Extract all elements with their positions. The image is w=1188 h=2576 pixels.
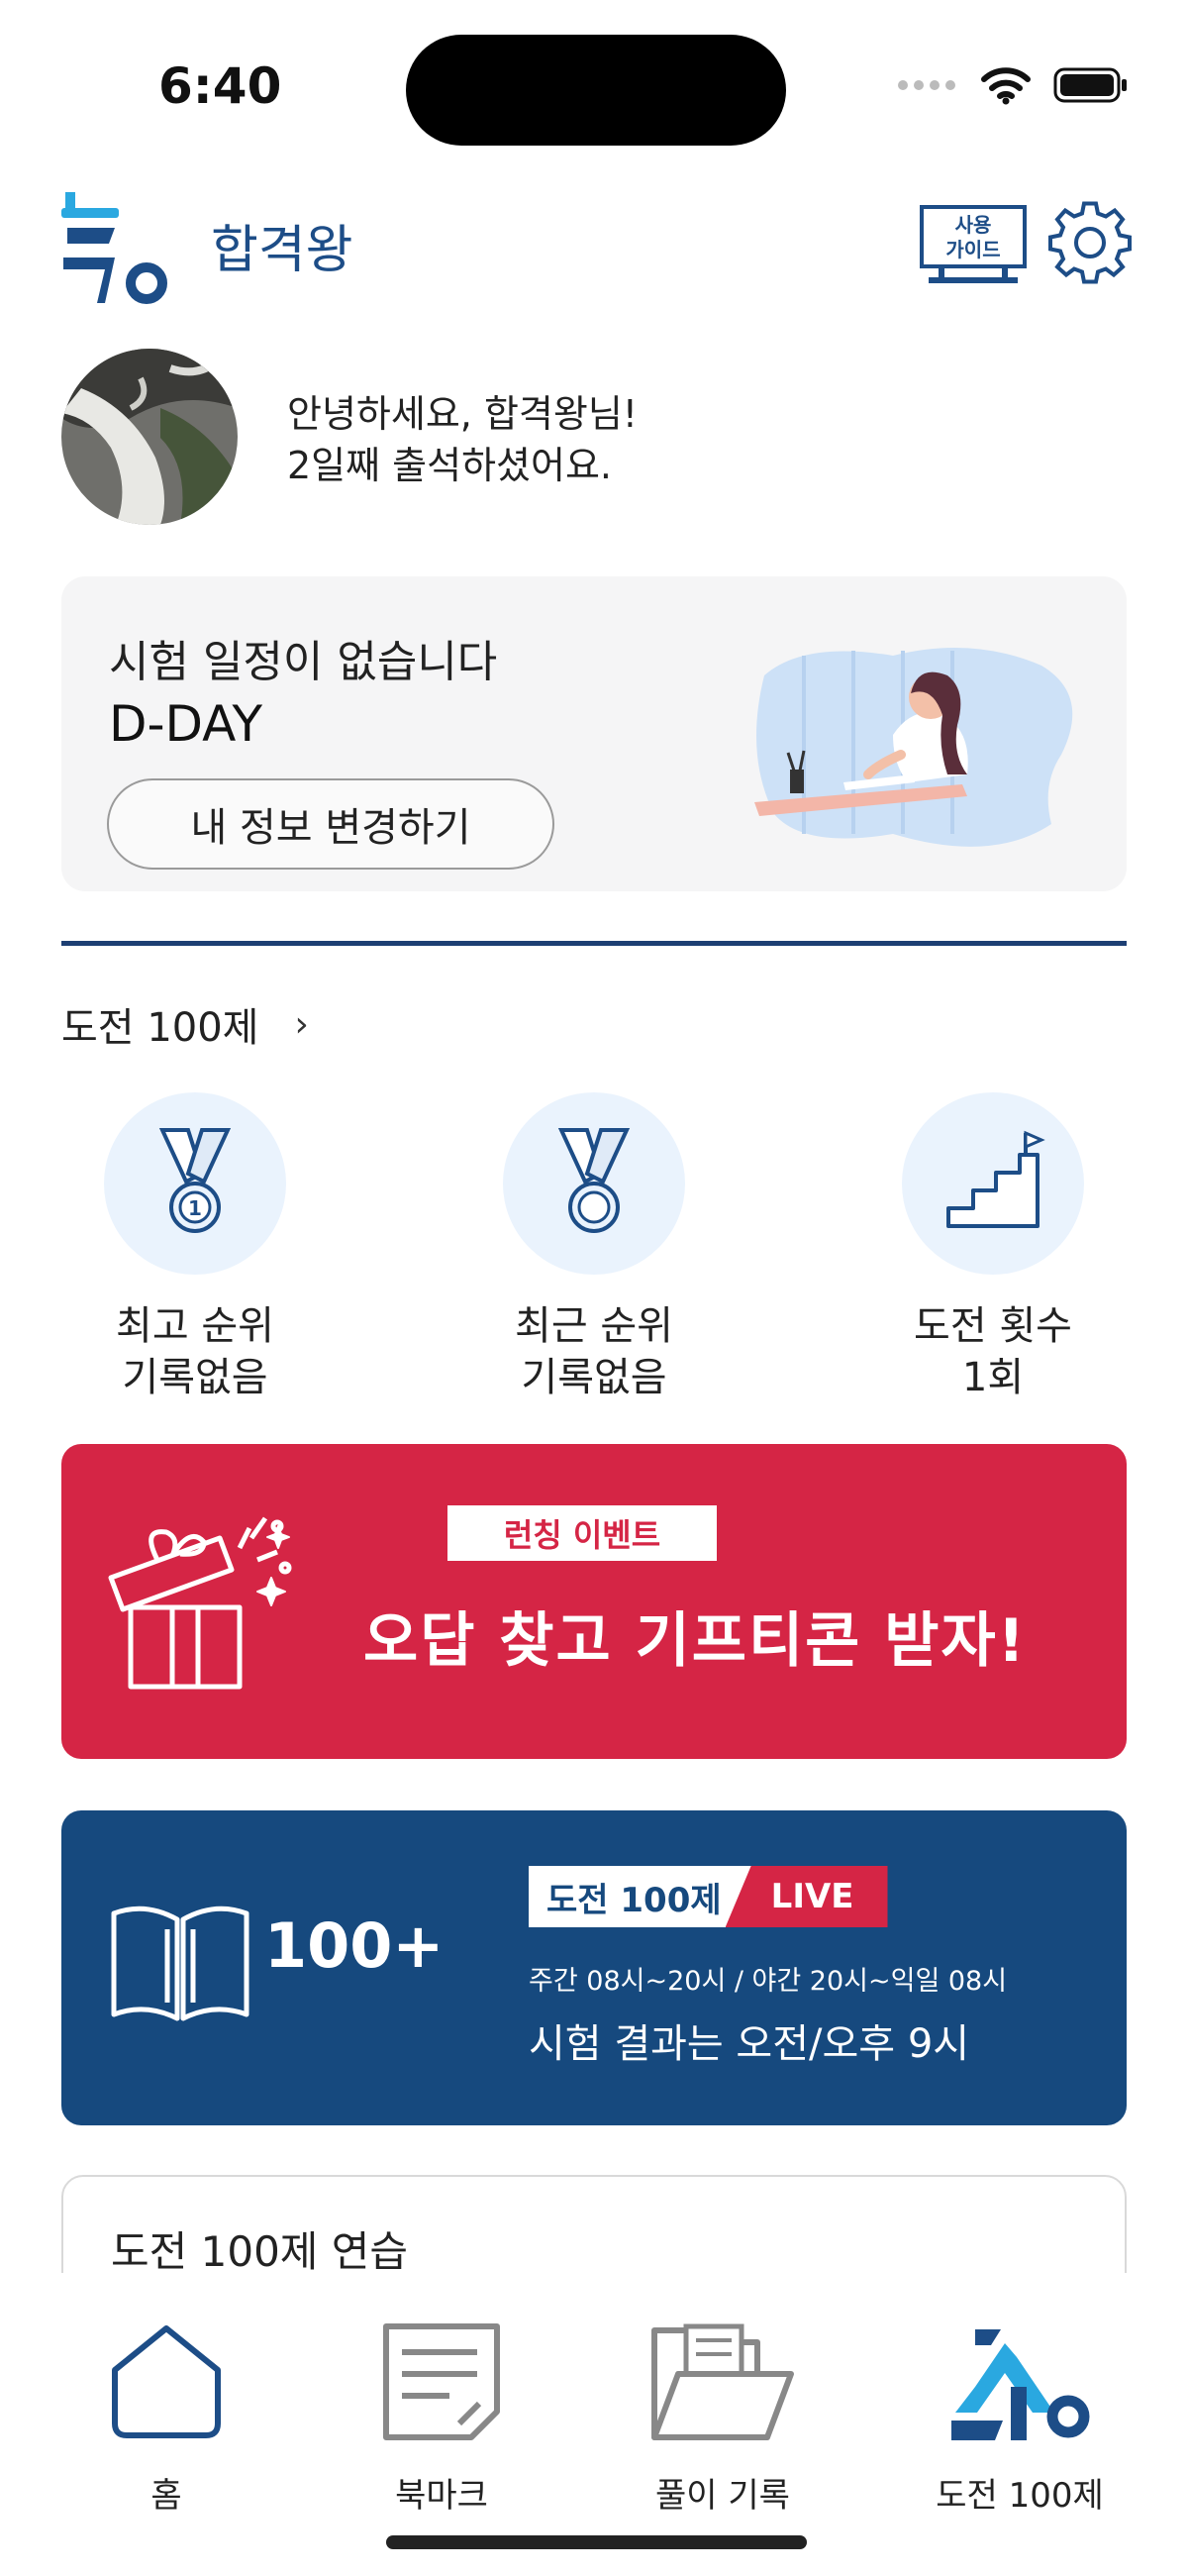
exam-title: 시험 일정이 없습니다 — [109, 637, 498, 687]
app-logo-icon — [61, 192, 167, 304]
medal-icon — [503, 1092, 685, 1275]
avatar[interactable] — [61, 349, 238, 525]
settings-button[interactable] — [1047, 200, 1133, 285]
avatar-photo — [61, 349, 238, 525]
status-bar: 6:40 — [0, 0, 1188, 168]
challenge-100-plus-label: 100+ — [264, 1909, 445, 1982]
nav-label: 도전 100제 — [936, 2476, 1104, 2516]
stat-label: 도전 횟수 — [914, 1303, 1072, 1349]
challenge-live-tag: 도전 100제 LIVE — [529, 1866, 888, 1927]
svg-text:1: 1 — [188, 1196, 202, 1220]
gear-icon — [1048, 201, 1132, 284]
edit-profile-button[interactable]: 내 정보 변경하기 — [107, 778, 554, 870]
nav-bookmark[interactable]: 북마크 — [313, 2318, 570, 2517]
challenge-live-banner[interactable]: 100+ 도전 100제 LIVE 주간 08시~20시 / 야간 20시~익일… — [61, 1810, 1127, 2125]
challenge-section-link[interactable]: 도전 100제 › — [61, 995, 309, 1053]
chevron-right-icon: › — [294, 1003, 309, 1045]
stat-best-rank[interactable]: 1 최고 순위 기록없음 — [47, 1092, 344, 1403]
challenge-logo-icon — [951, 2329, 1090, 2440]
nav-solve-history[interactable]: 풀이 기록 — [594, 2318, 851, 2517]
greeting-text: 안녕하세요, 합격왕님! 2일째 출석하셨어요. — [287, 388, 638, 491]
event-headline: 오답 찾고 기프티콘 받자! — [363, 1606, 1028, 1676]
guide-label-2: 가이드 — [945, 238, 1000, 261]
dynamic-island — [406, 35, 786, 146]
battery-icon — [1053, 67, 1127, 103]
section-divider — [61, 941, 1127, 946]
bookmark-note-icon — [383, 2323, 500, 2440]
challenge-hours: 주간 08시~20시 / 야간 20시~익일 08시 — [529, 1966, 1008, 1997]
home-icon — [112, 2325, 221, 2438]
nav-label: 북마크 — [395, 2476, 488, 2516]
app-header: 합격왕 사용 가이드 — [0, 178, 1188, 317]
medal-rank-1-icon: 1 — [104, 1092, 286, 1275]
status-time: 6:40 — [158, 57, 282, 115]
stat-recent-rank[interactable]: 최근 순위 기록없음 — [446, 1092, 742, 1403]
folder-icon — [651, 2323, 794, 2440]
open-book-icon — [111, 1906, 249, 2021]
bottom-navigation: 홈 북마크 풀이 기록 도전 100제 — [0, 2273, 1188, 2576]
nav-label: 홈 — [150, 2476, 182, 2516]
nav-challenge-100[interactable]: 도전 100제 — [891, 2318, 1148, 2517]
app-name: 합격왕 — [211, 221, 353, 280]
event-badge: 런칭 이벤트 — [447, 1505, 717, 1561]
guide-label-1: 사용 — [955, 213, 992, 237]
live-badge: LIVE — [725, 1866, 888, 1927]
launch-event-banner[interactable]: 런칭 이벤트 오답 찾고 기프티콘 받자! — [61, 1444, 1127, 1759]
greeting-line-1: 안녕하세요, 합격왕님! — [287, 392, 639, 436]
guide-board-icon: 사용 가이드 — [920, 205, 1027, 283]
dday-label: D-DAY — [109, 695, 263, 753]
challenge-tag-name: 도전 100제 — [529, 1866, 751, 1927]
practice-title: 도전 100제 연습 — [111, 2227, 409, 2276]
gift-box-icon — [108, 1516, 292, 1690]
nav-label: 풀이 기록 — [655, 2476, 790, 2516]
greeting-line-2: 2일째 출석하셨어요. — [287, 444, 613, 487]
challenge-section-title: 도전 100제 — [61, 1005, 259, 1051]
status-icons — [897, 65, 1129, 105]
exam-schedule-card: 시험 일정이 없습니다 D-DAY 내 정보 변경하기 — [61, 576, 1127, 891]
stat-value: 기록없음 — [122, 1355, 268, 1400]
user-guide-button[interactable]: 사용 가이드 — [919, 204, 1028, 287]
stat-value: 1회 — [961, 1355, 1025, 1400]
nav-home[interactable]: 홈 — [38, 2318, 295, 2517]
signal-icon — [898, 80, 955, 90]
home-indicator[interactable] — [386, 2535, 807, 2549]
stat-label: 최근 순위 — [515, 1303, 673, 1349]
challenge-result-time: 시험 결과는 오전/오후 9시 — [529, 2021, 970, 2067]
stat-label: 최고 순위 — [116, 1303, 274, 1349]
stat-attempt-count[interactable]: 도전 횟수 1회 — [844, 1092, 1141, 1403]
studying-illustration — [754, 648, 1073, 847]
stairs-flag-icon — [902, 1092, 1084, 1275]
stat-value: 기록없음 — [521, 1355, 667, 1400]
wifi-icon — [981, 67, 1031, 105]
